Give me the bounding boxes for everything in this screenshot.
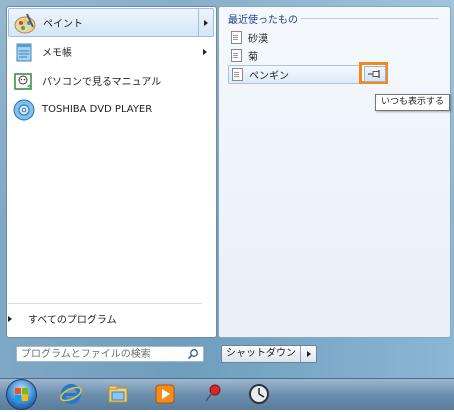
recent-item-label: 菊	[248, 52, 258, 63]
all-programs-item[interactable]: すべてのプログラム	[8, 311, 117, 326]
pin-button[interactable]	[364, 66, 386, 82]
search-icon[interactable]	[187, 348, 199, 360]
pushpin-icon[interactable]	[200, 382, 226, 406]
document-icon	[232, 68, 243, 81]
recent-items-title: 最近使ったもの	[228, 15, 298, 26]
program-item-notepad[interactable]: メモ帳	[8, 38, 212, 65]
document-icon	[231, 49, 242, 62]
notepad-icon	[12, 40, 36, 64]
paint-palette-icon	[13, 11, 37, 35]
search-box[interactable]	[16, 346, 204, 362]
submenu-arrow-icon[interactable]	[198, 9, 213, 36]
recent-item[interactable]: 菊	[228, 47, 258, 64]
program-item-manual[interactable]: パソコンで見るマニュアル	[8, 67, 212, 94]
all-programs-label: すべてのプログラム	[28, 315, 117, 326]
file-explorer-icon[interactable]	[105, 382, 131, 406]
shutdown-button[interactable]: シャットダウン	[221, 345, 317, 363]
program-item-paint[interactable]: ペイント	[8, 8, 214, 37]
search-input[interactable]	[17, 347, 183, 361]
tooltip: いつも表示する	[375, 94, 450, 111]
document-icon	[231, 31, 242, 44]
pin-icon	[368, 70, 380, 78]
submenu-arrow-icon[interactable]	[198, 38, 212, 65]
internet-explorer-icon[interactable]	[58, 382, 84, 406]
start-menu: ペイント メモ帳 パソコンで見るマニュアル TOSHIBA DVD PLAYER…	[0, 0, 454, 378]
program-label: パソコンで見るマニュアル	[42, 77, 162, 88]
program-label: メモ帳	[42, 48, 72, 59]
recent-item-label: ペンギン	[249, 71, 289, 82]
shutdown-options-arrow-icon[interactable]	[301, 351, 316, 357]
recent-item-label: 砂漠	[248, 34, 268, 45]
manual-book-icon	[12, 69, 36, 93]
shutdown-label: シャットダウン	[222, 346, 301, 362]
program-item-dvd-player[interactable]: TOSHIBA DVD PLAYER	[8, 96, 212, 123]
clock-icon[interactable]	[246, 382, 272, 406]
media-player-icon[interactable]	[152, 382, 178, 406]
program-label: TOSHIBA DVD PLAYER	[42, 104, 153, 115]
program-label: ペイント	[43, 19, 83, 30]
dvd-player-icon	[12, 98, 36, 122]
divider	[301, 18, 439, 19]
arrow-right-icon	[8, 315, 12, 322]
windows-start-orb-icon[interactable]	[6, 379, 37, 410]
divider	[8, 303, 202, 304]
recent-item[interactable]: 砂漠	[228, 29, 268, 46]
